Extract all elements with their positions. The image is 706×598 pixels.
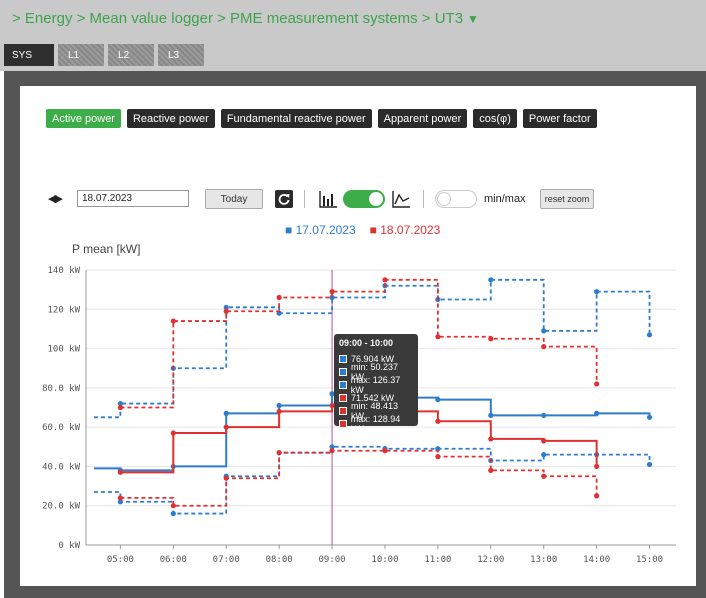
series-2-max-point: [382, 277, 388, 283]
tooltip-swatch: [339, 380, 347, 389]
tooltip-row: max: 126.37 kW: [339, 375, 413, 395]
series-2-mean-point: [488, 436, 494, 442]
y-tick-label: 140 kW: [47, 266, 80, 276]
series-2-min-point: [223, 475, 229, 481]
series-2-max-point: [276, 294, 282, 301]
y-tick-label: 0 kW: [58, 541, 80, 551]
series-1-mean-point: [435, 397, 441, 403]
x-tick-label: 06:00: [160, 555, 187, 565]
x-tick-label: 08:00: [266, 555, 293, 565]
tooltip-swatch: [339, 354, 347, 363]
series-2-min-point: [488, 467, 494, 473]
series-2-max-end-point: [594, 381, 600, 387]
series-2-max-point: [170, 318, 176, 324]
tooltip-swatch: [339, 406, 347, 415]
tooltip-value: max: 126.37 kW: [350, 374, 401, 395]
tooltip-swatch: [339, 393, 347, 402]
x-tick-label: 13:00: [530, 555, 557, 565]
series-2-min-point: [276, 450, 282, 456]
x-tick-label: 09:00: [319, 555, 346, 565]
series-2-mean-point: [435, 418, 441, 424]
power-chart[interactable]: 0 kW 20.0 kW 40.0 kW 60.0 kW 80.0 kW 100 kW 12…: [0, 0, 706, 598]
series-2-max-point: [223, 308, 229, 314]
chart-tooltip: 09:00 - 10:00 76.904 kW min: 50.237 kW max…: [334, 334, 418, 434]
series-2-min-line: [120, 449, 598, 507]
series-2-mean-point: [276, 408, 282, 415]
y-tick-label: 120 kW: [47, 305, 80, 315]
series-2-mean-point: [541, 438, 547, 444]
tooltip-value: max: 128.94 kW: [350, 413, 401, 434]
x-tick-label: 15:00: [636, 555, 663, 565]
x-tick-label: 07:00: [213, 555, 240, 565]
series-1-min-point: [170, 510, 176, 517]
x-tick-label: 12:00: [477, 555, 504, 565]
y-tick-label: 80.0 kW: [42, 384, 81, 394]
series-1-max-point: [488, 277, 494, 283]
series-2-max-point: [488, 336, 494, 342]
y-tick-label: 20.0 kW: [42, 502, 81, 512]
series-2-mean-point: [223, 424, 229, 430]
series-1-min-point: [541, 452, 547, 458]
series-2-max-point: [117, 404, 123, 411]
y-tick-label: 100 kW: [47, 345, 80, 355]
series-2-min-end-point: [594, 493, 600, 499]
series-2-min-point: [329, 448, 335, 454]
series-2-min-point: [541, 473, 547, 479]
series-1-mean-point: [488, 412, 494, 418]
tooltip-title: 09:00 - 10:00: [339, 338, 394, 348]
series-1-mean-point: [541, 412, 547, 418]
y-tick-label: 40.0 kW: [42, 462, 81, 472]
series-2-mean-point: [170, 430, 176, 436]
series-2-min-point: [435, 454, 441, 460]
series-1-mean-end-point: [646, 414, 653, 420]
x-tick-label: 10:00: [371, 555, 398, 565]
series-2-max-point: [435, 334, 441, 340]
series-1-max-end-point: [646, 332, 653, 338]
series-1-min-end-point: [646, 461, 653, 468]
x-tick-label: 14:00: [583, 555, 610, 565]
series-1-min-line: [93, 445, 651, 515]
series-2-mean-end-point: [594, 463, 600, 470]
tooltip-row: max: 128.94 kW: [339, 414, 413, 434]
series-1-max-point: [594, 289, 600, 295]
series-2-mean-point: [117, 469, 123, 475]
x-tick-label: 11:00: [424, 555, 451, 565]
series-2-max-point: [329, 289, 335, 295]
tooltip-swatch: [339, 367, 347, 376]
series-2-min-point: [117, 495, 123, 501]
series-1-mean-point: [276, 402, 282, 409]
series-1-mean-point: [594, 410, 600, 416]
series-1-max-point: [541, 328, 547, 334]
tooltip-swatch: [339, 419, 347, 428]
x-tick-label: 05:00: [107, 555, 134, 565]
series-1-mean-point: [223, 410, 229, 416]
series-2-min-point: [170, 503, 176, 509]
series-2-max-point: [541, 344, 547, 350]
series-2-min-point: [382, 448, 388, 454]
y-tick-label: 60.0 kW: [42, 423, 81, 433]
